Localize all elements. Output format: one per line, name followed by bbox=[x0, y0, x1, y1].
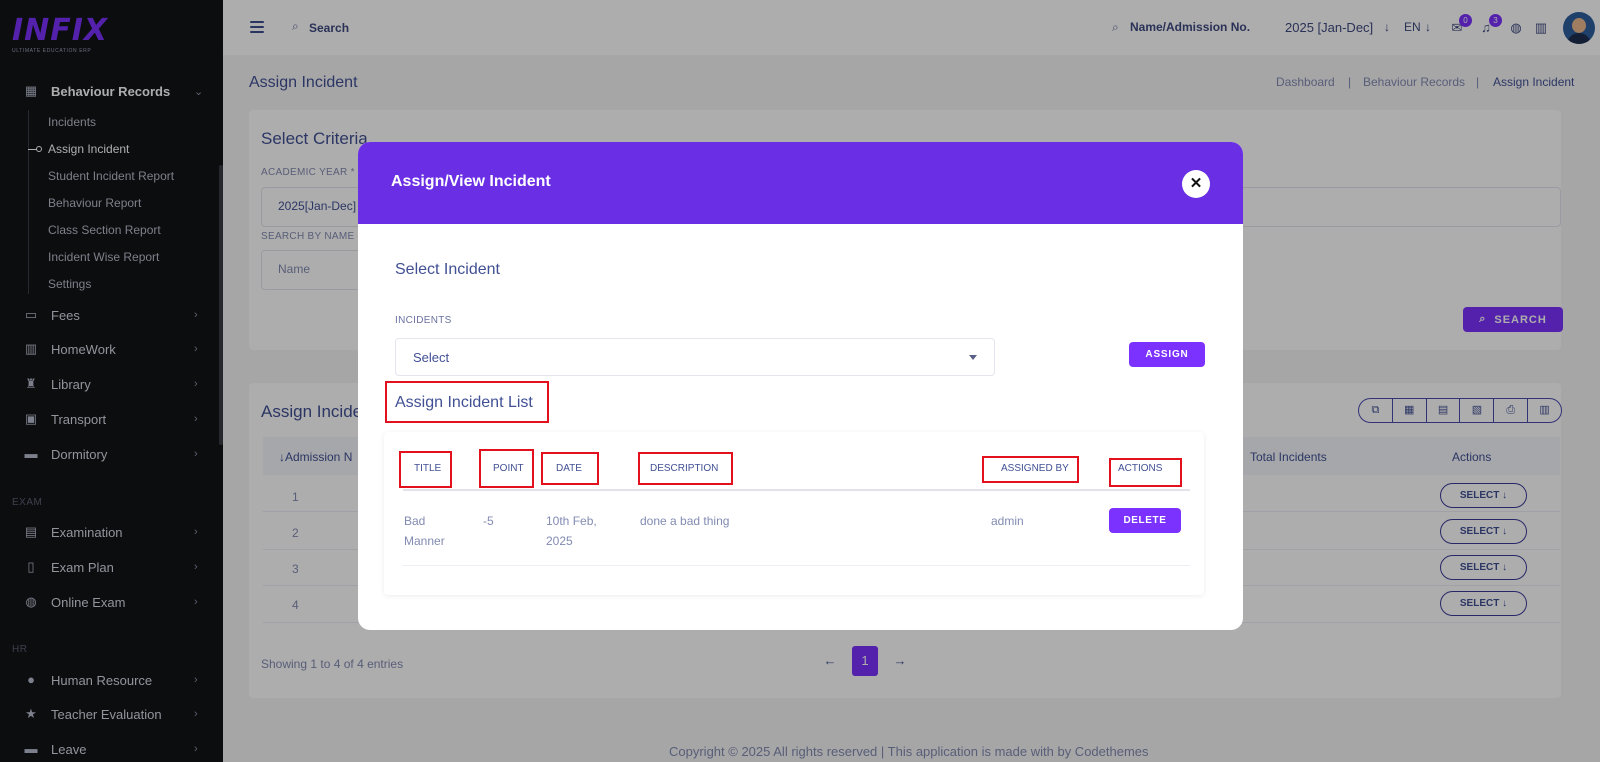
close-icon[interactable]: ✕ bbox=[1182, 170, 1210, 198]
cell-description: done a bad thing bbox=[640, 514, 730, 528]
annotation-box bbox=[1109, 458, 1182, 487]
annotation-box bbox=[638, 452, 733, 485]
delete-button[interactable]: DELETE bbox=[1109, 508, 1181, 533]
row-divider bbox=[403, 565, 1190, 566]
cell-title: Bad Manner bbox=[404, 514, 445, 548]
annotation-box bbox=[982, 456, 1079, 483]
annotation-box bbox=[385, 381, 549, 423]
incidents-select[interactable]: Select bbox=[395, 338, 995, 376]
incidents-label: INCIDENTS bbox=[395, 315, 452, 326]
assign-incident-modal: Assign/View Incident ✕ Select Incident I… bbox=[358, 142, 1243, 630]
modal-header: Assign/View Incident ✕ bbox=[358, 142, 1243, 224]
modal-title: Assign/View Incident bbox=[391, 173, 551, 190]
cell-date: 10th Feb, 2025 bbox=[546, 514, 597, 548]
caret-down-icon bbox=[969, 355, 977, 360]
annotation-box bbox=[541, 452, 599, 485]
incidents-select-value: Select bbox=[413, 350, 450, 365]
header-divider bbox=[403, 489, 1190, 491]
assign-button[interactable]: ASSIGN bbox=[1129, 342, 1205, 367]
select-incident-title: Select Incident bbox=[395, 261, 500, 278]
annotation-box bbox=[399, 451, 452, 488]
cell-assigned-by: admin bbox=[991, 514, 1024, 528]
cell-point: -5 bbox=[483, 514, 494, 528]
annotation-box bbox=[479, 449, 534, 488]
